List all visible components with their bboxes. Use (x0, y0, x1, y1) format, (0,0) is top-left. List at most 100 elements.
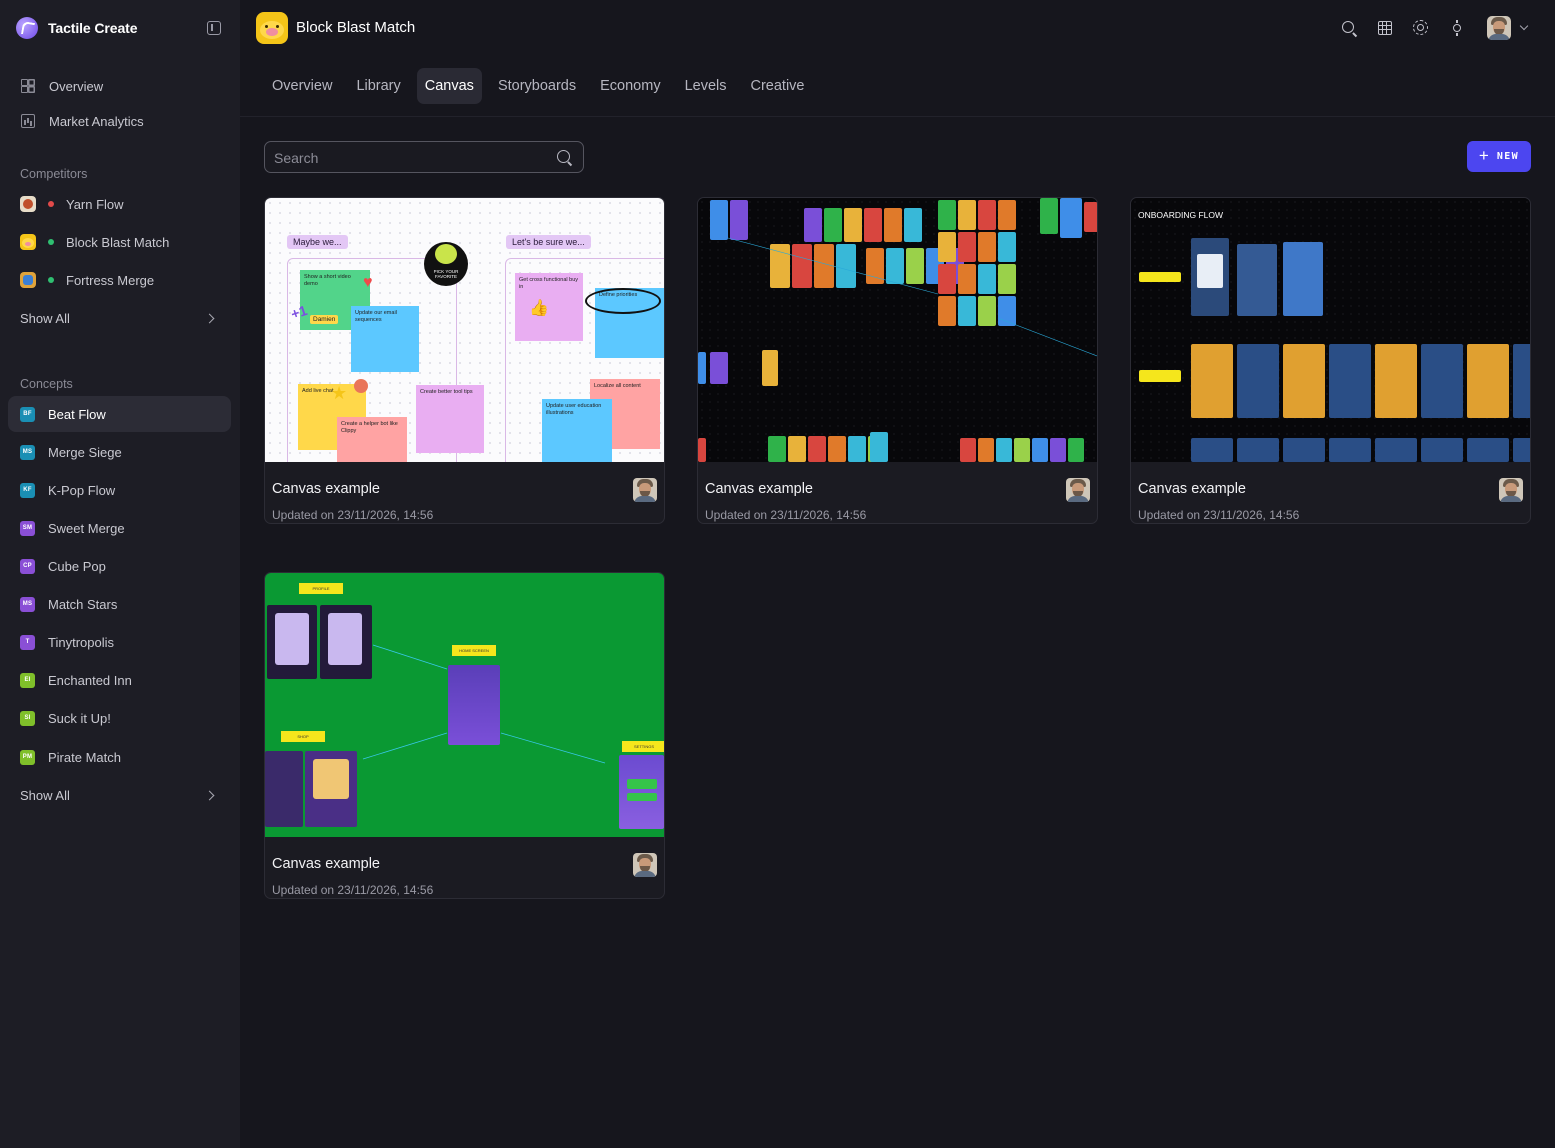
sidebar-item-cube-pop[interactable]: CP Cube Pop (8, 548, 231, 584)
search-icon[interactable] (557, 150, 570, 163)
canvas-card[interactable]: PROFILE HOME SCREEN SHOP SETTINGS Canvas… (264, 572, 665, 899)
card-updated: Updated on 23/11/2026, 14:56 (272, 883, 434, 897)
frame-label: Let's be sure we... (506, 235, 591, 249)
sidebar-item-yarn-flow[interactable]: Yarn Flow (8, 188, 231, 220)
sidebar-item-market-analytics[interactable]: Market Analytics (8, 103, 231, 139)
sticky-note: Create better tool tips (416, 385, 484, 453)
collapse-sidebar-icon[interactable] (207, 21, 221, 35)
screen-preview (1283, 344, 1325, 418)
sun-icon[interactable] (1449, 20, 1465, 36)
screen-preview (1283, 242, 1323, 316)
search-input[interactable] (274, 148, 544, 168)
sidebar-item-label: Tinytropolis (48, 634, 114, 650)
owner-avatar (1499, 478, 1523, 502)
flow-title: ONBOARDING FLOW (1138, 210, 1224, 220)
sidebar-item-label: Sweet Merge (48, 520, 125, 536)
competitors-show-all[interactable]: Show All (8, 302, 231, 334)
card-updated: Updated on 23/11/2026, 14:56 (272, 508, 434, 522)
tab-library[interactable]: Library (348, 68, 408, 104)
concepts-heading: Concepts (20, 377, 73, 391)
screen-preview (1139, 272, 1181, 282)
app-title: Block Blast Match (296, 19, 416, 36)
sidebar-item-label: Pirate Match (48, 749, 121, 765)
screen-preview (1329, 438, 1371, 462)
search-icon[interactable] (1342, 21, 1354, 33)
card-title: Canvas example (1138, 481, 1246, 497)
sidebar-item-k-pop-flow[interactable]: KF K-Pop Flow (8, 472, 231, 508)
tab-creative[interactable]: Creative (743, 68, 813, 104)
card-title: Canvas example (272, 481, 380, 497)
card-title: Canvas example (272, 856, 380, 872)
screen-preview (1237, 344, 1279, 418)
flow-label: HOME SCREEN (452, 645, 496, 656)
sidebar-item-tinytropolis[interactable]: T Tinytropolis (8, 624, 231, 660)
card-updated: Updated on 23/11/2026, 14:56 (705, 508, 867, 522)
chart-icon (21, 114, 35, 128)
canvas-card[interactable]: ONBOARDING FLOW Canvas example Updated o… (1130, 197, 1531, 524)
show-all-label: Show All (20, 310, 70, 326)
screen-preview (1421, 344, 1463, 418)
sidebar-item-block-blast-match[interactable]: Block Blast Match (8, 226, 231, 258)
owner-avatar (633, 478, 657, 502)
sidebar-item-label: Yarn Flow (66, 196, 124, 212)
screen-preview (1375, 344, 1417, 418)
screen-preview (1237, 244, 1277, 316)
screen-preview (1467, 344, 1509, 418)
sidebar-item-label: Suck it Up! (48, 710, 111, 726)
concepts-show-all[interactable]: Show All (8, 779, 231, 811)
concept-badge: SI (20, 710, 35, 726)
new-canvas-button[interactable]: + NEW (1467, 141, 1531, 172)
screen-preview (1329, 344, 1371, 418)
owner-avatar (633, 853, 657, 877)
collaborator-tag: Damien (310, 315, 339, 324)
gear-icon[interactable] (1413, 20, 1428, 35)
show-all-label: Show All (20, 787, 70, 803)
concept-badge: EI (20, 672, 35, 688)
sidebar-item-merge-siege[interactable]: MS Merge Siege (8, 434, 231, 470)
frame-label: Maybe we... (287, 235, 348, 249)
yarn-flow-avatar (20, 196, 36, 212)
search-field[interactable] (264, 141, 584, 173)
sidebar-item-pirate-match[interactable]: PM Pirate Match (8, 739, 231, 775)
tab-overview[interactable]: Overview (264, 68, 340, 104)
sidebar-item-label: Cube Pop (48, 558, 106, 574)
tactile-logo-icon (16, 17, 38, 39)
sidebar-item-beat-flow[interactable]: BF Beat Flow (8, 396, 231, 432)
flow-label: PROFILE (299, 583, 343, 594)
sidebar-item-label: Enchanted Inn (48, 672, 132, 688)
canvas-card[interactable]: Maybe we... Let's be sure we... Show a s… (264, 197, 665, 524)
concept-badge: PM (20, 749, 35, 765)
sidebar-item-label: Market Analytics (49, 113, 144, 129)
concept-badge: T (20, 634, 35, 650)
tab-canvas[interactable]: Canvas (416, 68, 482, 104)
sidebar-item-suck-it-up[interactable]: SI Suck it Up! (8, 700, 231, 736)
sidebar-item-overview[interactable]: Overview (8, 68, 231, 104)
sidebar-item-sweet-merge[interactable]: SM Sweet Merge (8, 510, 231, 546)
tab-storyboards[interactable]: Storyboards (490, 68, 584, 104)
app-icon (256, 12, 288, 44)
chevron-down-icon[interactable] (1519, 21, 1529, 31)
sidebar-item-match-stars[interactable]: MS Match Stars (8, 586, 231, 622)
brand[interactable]: Tactile Create (16, 17, 137, 39)
chevron-right-icon (204, 790, 215, 800)
canvas-card[interactable]: Canvas example Updated on 23/11/2026, 14… (697, 197, 1098, 524)
screen-preview (1513, 438, 1530, 462)
header-divider (240, 116, 1555, 117)
sidebar-item-label: Beat Flow (48, 406, 106, 422)
block-blast-match-avatar (20, 234, 36, 250)
sidebar-item-fortress-merge[interactable]: Fortress Merge (8, 264, 231, 296)
tab-levels[interactable]: Levels (677, 68, 735, 104)
table-icon[interactable] (1378, 21, 1392, 35)
tab-economy[interactable]: Economy (592, 68, 668, 104)
sidebar-item-label: Overview (49, 78, 104, 94)
sidebar-item-enchanted-inn[interactable]: EI Enchanted Inn (8, 662, 231, 698)
screen-preview (1237, 438, 1279, 462)
flow-label: SETTINGS (622, 741, 664, 752)
screen-preview (1191, 438, 1233, 462)
heart-icon: ♥ (363, 274, 373, 291)
screen-preview (1513, 344, 1530, 418)
concept-badge: BF (20, 406, 35, 422)
screen-preview (1139, 370, 1181, 382)
user-avatar[interactable] (1487, 16, 1511, 40)
canvas-thumbnail: Maybe we... Let's be sure we... Show a s… (265, 198, 664, 462)
